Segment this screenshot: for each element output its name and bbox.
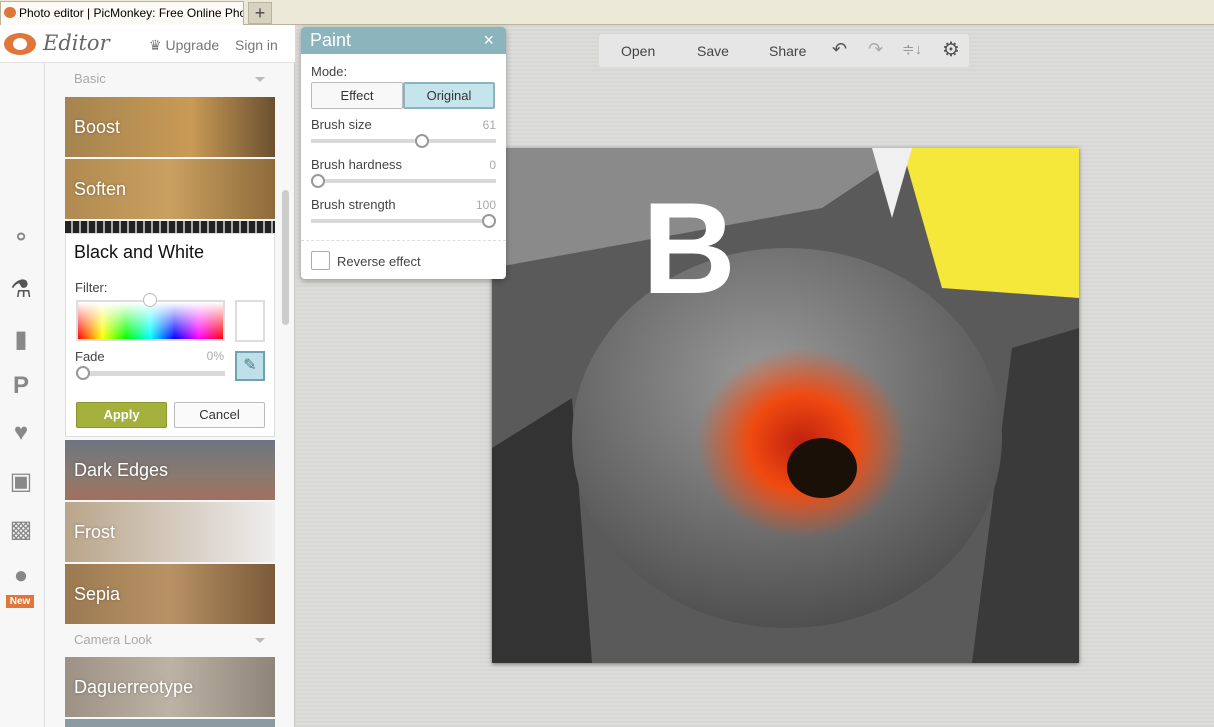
- mode-original-button[interactable]: Original: [403, 82, 495, 109]
- themes-icon[interactable]: ●: [6, 561, 36, 591]
- apply-button[interactable]: Apply: [76, 402, 167, 428]
- brush-hardness-value: 0: [489, 158, 496, 172]
- fade-slider[interactable]: [76, 366, 225, 380]
- tab-title: Photo editor | PicMonkey: Free Online Ph…: [19, 6, 244, 20]
- brush-hardness-knob[interactable]: [311, 174, 325, 188]
- crown-icon: ♛: [149, 37, 166, 53]
- brush-size-knob[interactable]: [415, 134, 430, 148]
- paint-dialog-header: Paint ×: [301, 27, 506, 54]
- upgrade-link[interactable]: ♛ Upgrade: [149, 37, 219, 54]
- picmonkey-logo-icon[interactable]: [4, 33, 36, 55]
- brush-hardness-label: Brush hardness: [311, 157, 403, 172]
- text-icon[interactable]: P: [6, 371, 36, 401]
- brush-size-slider[interactable]: [311, 134, 496, 148]
- paint-dialog: Paint × Mode: Effect Original Brush size …: [301, 27, 506, 279]
- paint-brush-button[interactable]: ✎: [235, 351, 265, 381]
- basic-edits-icon[interactable]: ⚬: [6, 223, 36, 253]
- effects-icon[interactable]: ⚗: [6, 275, 36, 305]
- effect-soften[interactable]: Soften: [65, 159, 275, 219]
- filter-label: Filter:: [75, 280, 108, 295]
- effect-sepia[interactable]: Sepia: [65, 564, 275, 624]
- brush-size-value: 61: [482, 118, 496, 132]
- panel-scrollbar[interactable]: [282, 190, 289, 325]
- fade-value: 0%: [206, 349, 224, 363]
- layers-icon[interactable]: ≑↓: [902, 40, 922, 58]
- new-badge: New: [6, 595, 34, 608]
- settings-gear-icon[interactable]: ⚙: [942, 37, 960, 62]
- open-button[interactable]: Open: [621, 43, 655, 59]
- app-title: Editor: [43, 31, 110, 55]
- brush-hardness-slider[interactable]: [311, 174, 496, 188]
- mode-effect-button[interactable]: Effect: [311, 82, 403, 109]
- black-and-white-panel: Black and White Filter: Fade 0% ✎ Apply …: [65, 233, 275, 437]
- textures-icon[interactable]: ▩: [6, 515, 36, 545]
- touch-up-icon[interactable]: ▮: [6, 325, 36, 355]
- effect-next-thumbnail[interactable]: [65, 719, 275, 727]
- brush-strength-label: Brush strength: [311, 197, 396, 212]
- brush-strength-value: 100: [475, 198, 496, 212]
- fade-label: Fade: [75, 349, 105, 364]
- app-header: Editor ♛ Upgrade Sign in: [0, 25, 295, 63]
- top-toolbar: Open Save Share ↶ ↷ ≑↓ ⚙: [599, 34, 969, 67]
- left-panel: Editor ♛ Upgrade Sign in ⚬ ⚗ ▮ P ♥ ▣ ▩ ●…: [0, 25, 295, 727]
- bw-title: Black and White: [74, 242, 205, 262]
- share-button[interactable]: Share: [769, 43, 806, 59]
- effect-dark-edges[interactable]: Dark Edges: [65, 440, 275, 500]
- effect-frost[interactable]: Frost: [65, 502, 275, 562]
- browser-tab-bar: Photo editor | PicMonkey: Free Online Ph…: [0, 0, 1214, 25]
- brush-size-label: Brush size: [311, 117, 372, 132]
- filter-color-knob[interactable]: [143, 293, 157, 307]
- effect-boost[interactable]: Boost: [65, 97, 275, 157]
- tool-nav: ⚬ ⚗ ▮ P ♥ ▣ ▩ ● New: [0, 63, 45, 727]
- reverse-effect-label: Reverse effect: [337, 254, 421, 269]
- frames-icon[interactable]: ▣: [6, 467, 36, 497]
- mode-label: Mode:: [311, 64, 348, 79]
- brush-strength-knob[interactable]: [482, 214, 496, 228]
- cancel-button[interactable]: Cancel: [174, 402, 265, 428]
- save-button[interactable]: Save: [697, 43, 729, 59]
- reverse-effect-checkbox[interactable]: [311, 251, 330, 270]
- close-icon[interactable]: ×: [483, 27, 494, 54]
- redo-icon[interactable]: ↷: [868, 39, 883, 60]
- section-basic[interactable]: Basic: [65, 68, 275, 90]
- effect-daguerreotype[interactable]: Daguerreotype: [65, 657, 275, 717]
- filter-color-swatch: [235, 300, 265, 342]
- upgrade-label: Upgrade: [165, 37, 220, 53]
- section-camera-look[interactable]: Camera Look: [65, 629, 275, 651]
- paint-title: Paint: [310, 30, 352, 50]
- browser-tab[interactable]: Photo editor | PicMonkey: Free Online Ph…: [0, 1, 244, 25]
- sign-in-link[interactable]: Sign in: [235, 37, 278, 53]
- new-tab-button[interactable]: +: [248, 2, 272, 24]
- bw-thumbnail-strip: [65, 221, 275, 233]
- undo-icon[interactable]: ↶: [832, 39, 847, 60]
- fade-slider-knob[interactable]: [76, 366, 90, 380]
- divider: [301, 240, 506, 241]
- apple-photo: B: [492, 148, 1079, 663]
- favicon-icon: [4, 7, 16, 18]
- overlays-icon[interactable]: ♥: [6, 418, 36, 448]
- photo-canvas[interactable]: B: [492, 148, 1079, 663]
- brush-strength-slider[interactable]: [311, 214, 496, 228]
- paintbrush-icon: ✎: [243, 357, 257, 374]
- watermark-letter-b: B: [642, 175, 736, 321]
